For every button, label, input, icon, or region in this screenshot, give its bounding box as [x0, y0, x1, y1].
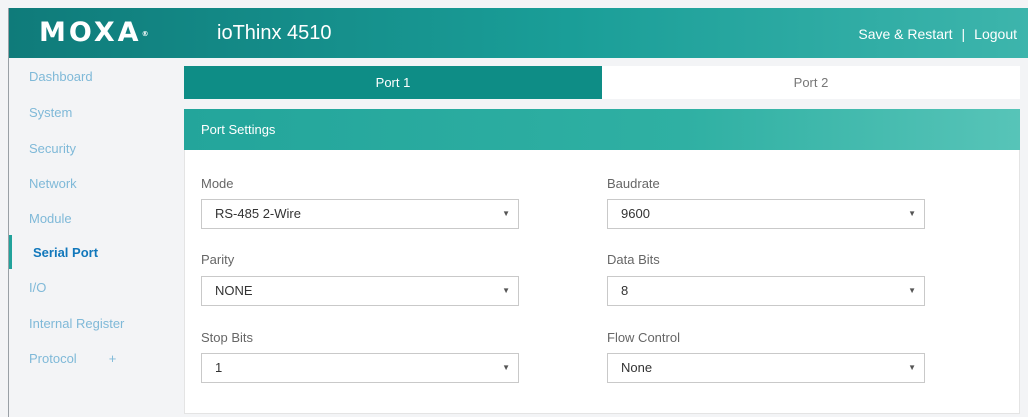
product-name: ioThinx 4510 [217, 22, 332, 44]
app-frame: MOXA® ioThinx 4510 Save & Restart | Logout… [8, 8, 1028, 417]
sidebar-item-module[interactable]: Module [29, 211, 72, 227]
baudrate-value: 9600 [621, 206, 650, 221]
active-indicator [9, 235, 12, 269]
sidebar-item-internal-register[interactable]: Internal Register [29, 316, 124, 332]
save-restart-link[interactable]: Save & Restart [858, 25, 952, 43]
parity-label: Parity [201, 252, 235, 267]
chevron-down-icon: ▼ [908, 209, 916, 218]
flow-control-label: Flow Control [607, 330, 680, 345]
data-bits-label: Data Bits [607, 252, 660, 267]
sidebar-item-network[interactable]: Network [29, 176, 77, 192]
stop-bits-value: 1 [215, 360, 223, 375]
baudrate-label: Baudrate [607, 176, 660, 191]
moxa-logo: MOXA® [39, 17, 149, 48]
tab-port-2[interactable]: Port 2 [602, 66, 1020, 99]
sidebar-item-label: Protocol [29, 351, 77, 366]
header-separator: | [961, 26, 966, 42]
expand-plus-icon[interactable]: + [109, 351, 117, 366]
flow-control-value: None [621, 360, 653, 375]
mode-select[interactable]: RS-485 2-Wire ▼ [201, 199, 519, 229]
sidebar-item-security[interactable]: Security [29, 141, 76, 157]
sidebar: Dashboard System Security Network Module… [9, 58, 169, 417]
mode-label: Mode [201, 176, 234, 191]
flow-control-select[interactable]: None ▼ [607, 353, 925, 383]
sidebar-item-system[interactable]: System [29, 105, 72, 121]
data-bits-value: 8 [621, 283, 629, 298]
data-bits-select[interactable]: 8 ▼ [607, 276, 925, 306]
panel-title: Port Settings [201, 122, 276, 137]
stop-bits-label: Stop Bits [201, 330, 254, 345]
sidebar-item-dashboard[interactable]: Dashboard [29, 69, 93, 85]
sidebar-item-protocol[interactable]: Protocol + [29, 351, 116, 367]
chevron-down-icon: ▼ [908, 286, 916, 295]
logout-link[interactable]: Logout [974, 25, 1017, 43]
chevron-down-icon: ▼ [502, 363, 510, 372]
chevron-down-icon: ▼ [908, 363, 916, 372]
tab-port-1[interactable]: Port 1 [184, 66, 602, 99]
sidebar-item-io[interactable]: I/O [29, 280, 46, 296]
panel-header: Port Settings [184, 109, 1020, 150]
header-bar: MOXA® ioThinx 4510 Save & Restart | Logout [9, 8, 1028, 58]
mode-value: RS-485 2-Wire [215, 206, 301, 221]
header-actions: Save & Restart | Logout [858, 25, 1017, 43]
baudrate-select[interactable]: 9600 ▼ [607, 199, 925, 229]
parity-select[interactable]: NONE ▼ [201, 276, 519, 306]
chevron-down-icon: ▼ [502, 209, 510, 218]
stop-bits-select[interactable]: 1 ▼ [201, 353, 519, 383]
sidebar-item-serial-port[interactable]: Serial Port [33, 245, 98, 261]
chevron-down-icon: ▼ [502, 286, 510, 295]
parity-value: NONE [215, 283, 253, 298]
